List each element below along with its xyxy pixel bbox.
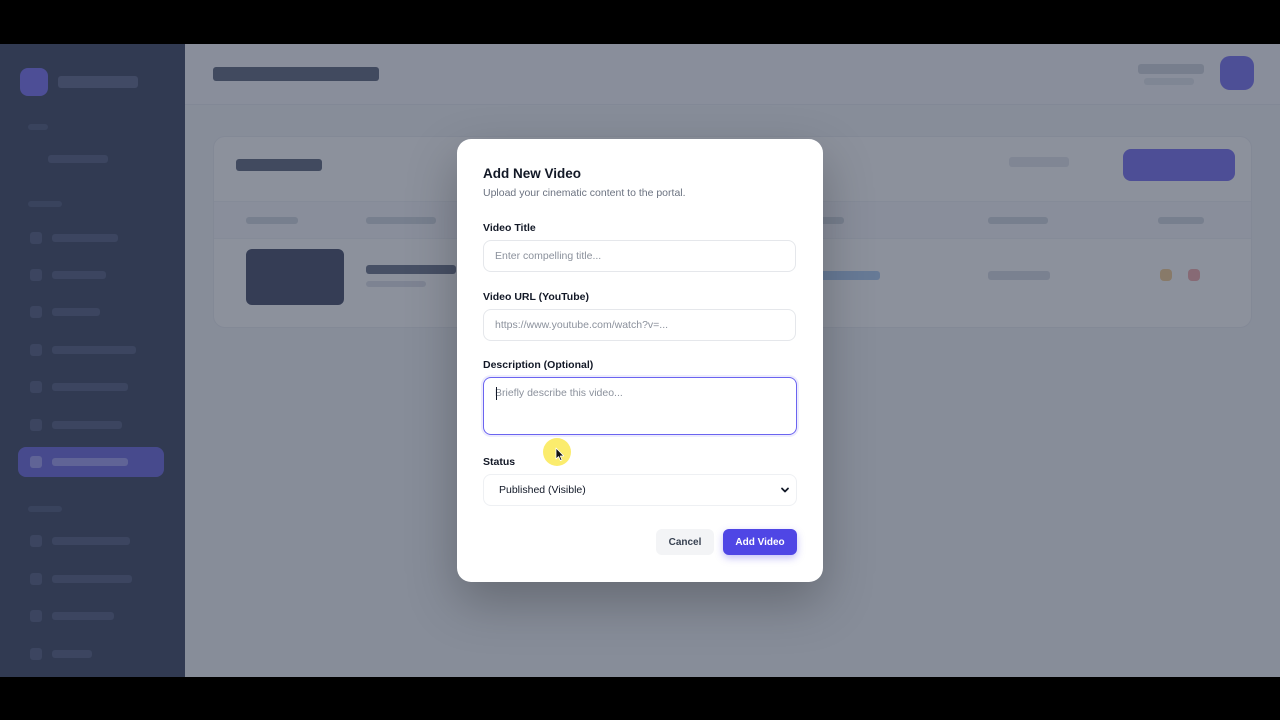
video-title-input[interactable]: [483, 240, 796, 272]
chevron-down-icon: [780, 485, 790, 495]
text-caret: [496, 387, 497, 400]
status-label: Status: [483, 456, 516, 468]
video-url-input[interactable]: [483, 309, 796, 341]
modal-subtitle: Upload your cinematic content to the por…: [483, 187, 686, 199]
status-selected-value: Published (Visible): [499, 484, 586, 496]
video-url-label: Video URL (YouTube): [483, 291, 589, 303]
cancel-button[interactable]: Cancel: [656, 529, 714, 555]
video-title-label: Video Title: [483, 222, 536, 234]
description-label: Description (Optional): [483, 359, 594, 371]
mouse-pointer-icon: [555, 447, 565, 467]
add-video-button[interactable]: Add Video: [723, 529, 797, 555]
description-textarea[interactable]: [483, 377, 797, 435]
add-video-modal: Add New Video Upload your cinematic cont…: [457, 139, 823, 582]
modal-title: Add New Video: [483, 166, 582, 181]
status-select[interactable]: Published (Visible): [483, 474, 797, 506]
